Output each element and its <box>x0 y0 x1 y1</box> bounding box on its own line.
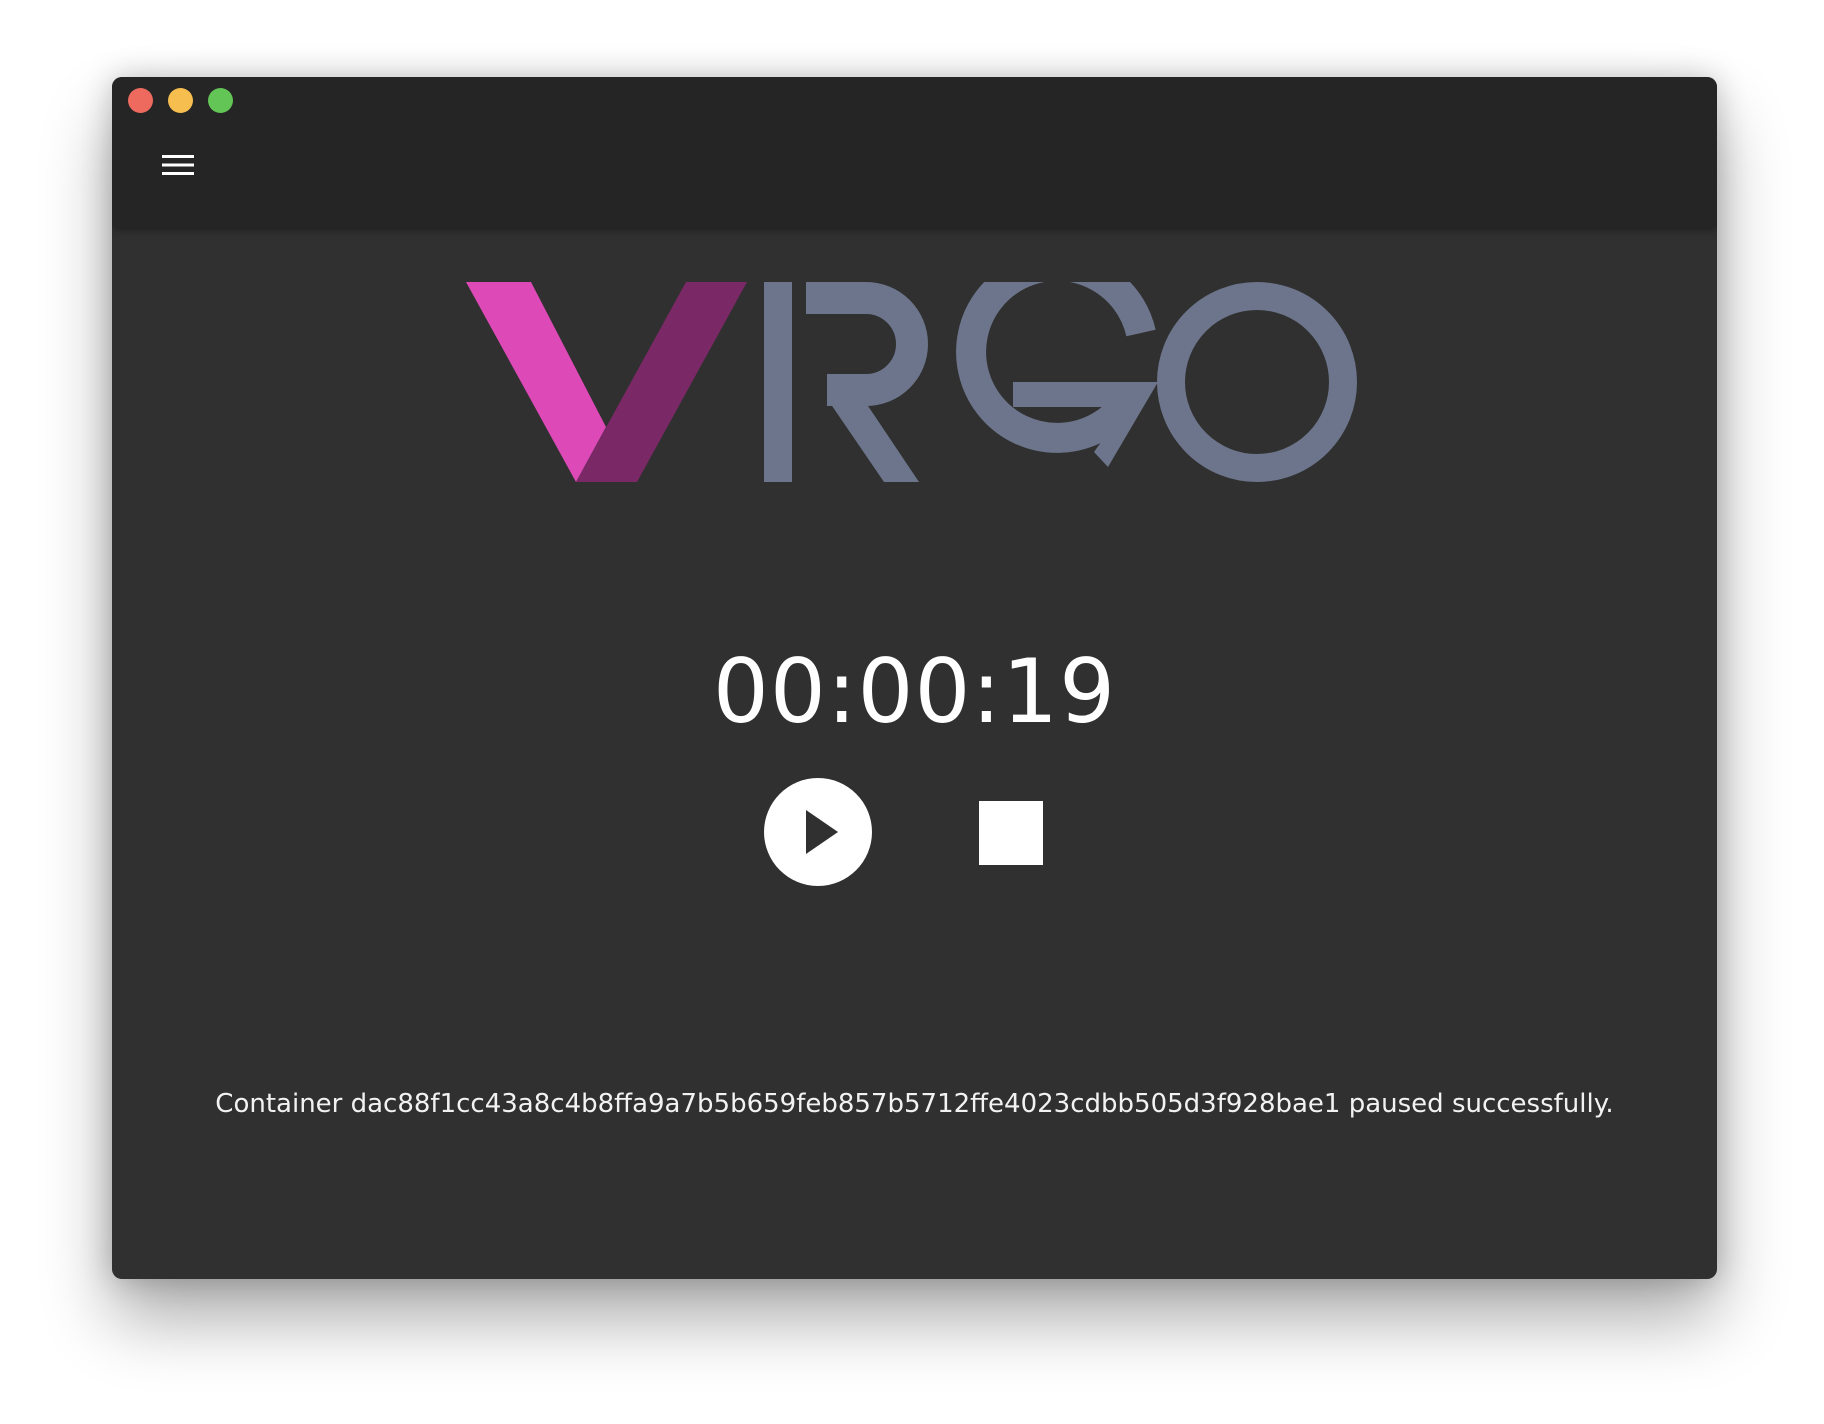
stop-icon <box>979 801 1043 865</box>
play-button[interactable] <box>764 778 872 886</box>
close-window-button[interactable] <box>128 88 153 113</box>
zoom-window-button[interactable] <box>208 88 233 113</box>
play-icon <box>806 810 838 854</box>
logo-letter-g <box>956 250 1158 467</box>
status-message: Container dac88f1cc43a8c4b8ffa9a7b5b659f… <box>215 1089 1614 1119</box>
logo-v-right-stroke <box>576 282 747 482</box>
menu-button[interactable] <box>158 145 198 185</box>
app-window: 00:00:19 Container dac88f1cc43a8c4b8ffa9… <box>112 77 1717 1279</box>
logo-letter-r <box>806 282 928 482</box>
stop-button[interactable] <box>979 801 1043 865</box>
virgo-logo <box>466 250 1366 492</box>
minimize-window-button[interactable] <box>168 88 193 113</box>
logo-letter-i <box>764 282 792 482</box>
hamburger-menu-icon <box>162 155 194 175</box>
elapsed-timer: 00:00:19 <box>712 640 1117 743</box>
logo-letter-o <box>1157 282 1357 482</box>
title-bar <box>112 77 1717 227</box>
logo-v-left-stroke <box>466 282 606 482</box>
